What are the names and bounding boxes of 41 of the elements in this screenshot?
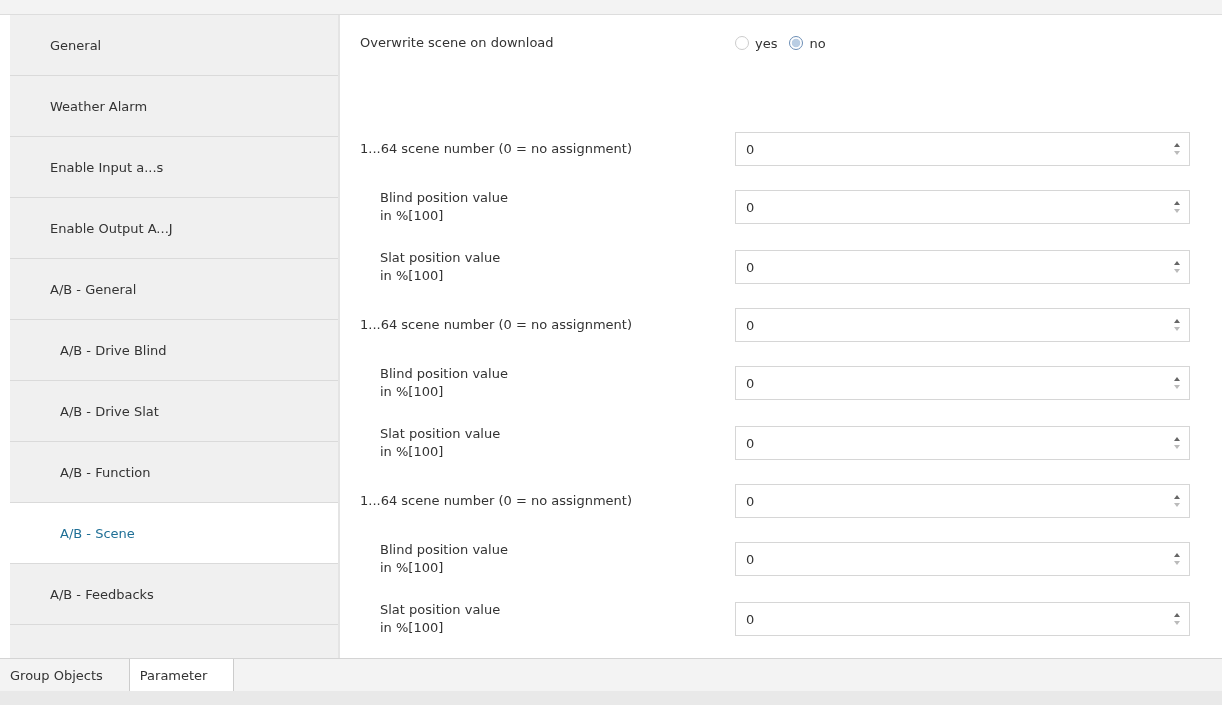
parameter-label: Blind position value in %[100] [379,189,509,225]
number-field[interactable]: 0 [735,542,1190,576]
parameter-label: Slat position value in %[100] [379,249,502,285]
number-field[interactable]: 0 [735,308,1190,342]
sidebar-item[interactable]: Enable Input a...s [10,137,338,198]
number-field[interactable]: 0 [735,366,1190,400]
sidebar-item[interactable]: A/B - Feedbacks [10,564,338,625]
sidebar-item[interactable]: A/B - Drive Blind [10,320,338,381]
sidebar-item[interactable]: General [10,15,338,76]
parameter-label: 1...64 scene number (0 = no assignment) [360,140,633,158]
spinner-arrows-icon[interactable] [1173,551,1181,567]
spinner-arrows-icon[interactable] [1173,611,1181,627]
number-field[interactable]: 0 [735,426,1190,460]
parameter-label: Blind position value in %[100] [379,541,509,577]
number-field[interactable]: 0 [735,132,1190,166]
spinner-arrows-icon[interactable] [1173,141,1181,157]
sidebar-item[interactable]: A/B - Function [10,442,338,503]
spinner-arrows-icon[interactable] [1173,435,1181,451]
sidebar-item[interactable]: Enable Output A...J [10,198,338,259]
parameter-label: Overwrite scene on download [360,34,555,52]
spinner-arrows-icon[interactable] [1173,493,1181,509]
spinner-arrows-icon[interactable] [1173,259,1181,275]
sidebar-item[interactable]: A/B - Drive Slat [10,381,338,442]
parameter-label: 1...64 scene number (0 = no assignment) [360,316,633,334]
tab[interactable]: Group Objects [0,659,129,691]
number-field[interactable]: 0 [735,484,1190,518]
number-field[interactable]: 0 [735,250,1190,284]
number-field[interactable]: 0 [735,602,1190,636]
spinner-arrows-icon[interactable] [1173,317,1181,333]
radio-option[interactable]: yes [735,35,778,51]
parameter-label: Slat position value in %[100] [379,425,502,461]
number-field[interactable]: 0 [735,190,1190,224]
sidebar-item[interactable]: Weather Alarm [10,76,338,137]
spinner-arrows-icon[interactable] [1173,199,1181,215]
radio-option[interactable]: no [789,35,826,51]
tab[interactable]: Parameter [128,659,235,691]
sidebar-item[interactable]: A/B - General [10,259,338,320]
parameter-label: 1...64 scene number (0 = no assignment) [360,492,633,510]
parameter-label: Slat position value in %[100] [379,601,502,637]
spinner-arrows-icon[interactable] [1173,375,1181,391]
parameter-label: Blind position value in %[100] [379,365,509,401]
